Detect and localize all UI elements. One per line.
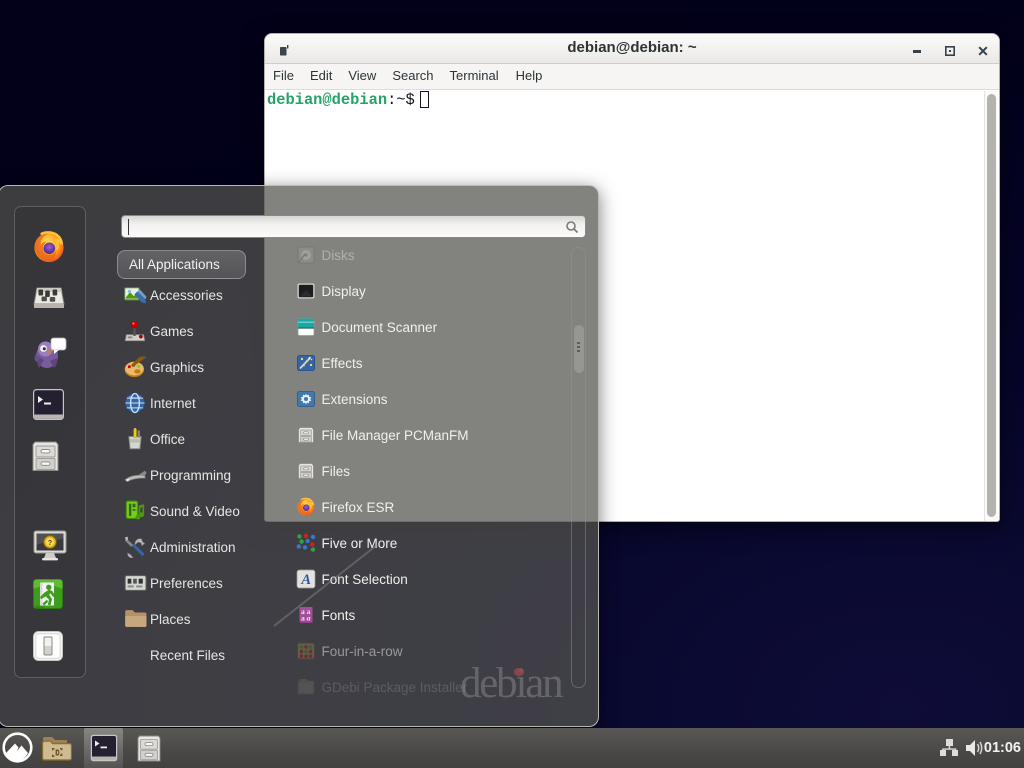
svg-text:?: ? [48, 540, 52, 547]
